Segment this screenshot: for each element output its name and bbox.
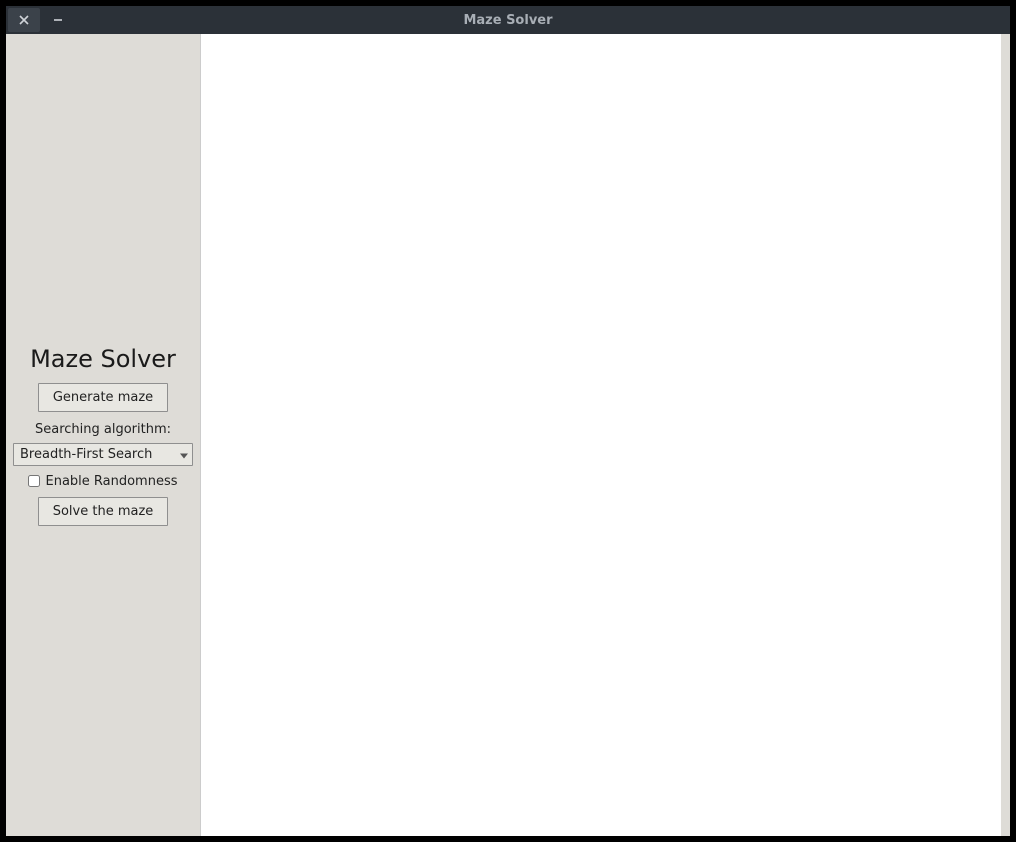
generate-maze-button[interactable]: Generate maze bbox=[38, 383, 168, 412]
app-title: Maze Solver bbox=[30, 345, 176, 373]
window-frame: Maze Solver Maze Solver Generate maze Se… bbox=[0, 0, 1016, 842]
algorithm-select[interactable]: Breadth-First Search bbox=[13, 443, 193, 466]
canvas-scrollbar[interactable] bbox=[1001, 34, 1010, 836]
titlebar-buttons bbox=[6, 6, 74, 34]
titlebar[interactable]: Maze Solver bbox=[6, 6, 1010, 34]
enable-randomness-checkbox[interactable] bbox=[28, 475, 40, 487]
close-button[interactable] bbox=[8, 8, 40, 32]
window-title: Maze Solver bbox=[6, 13, 1010, 28]
content-area: Maze Solver Generate maze Searching algo… bbox=[6, 34, 1010, 836]
minimize-button[interactable] bbox=[42, 8, 74, 32]
enable-randomness-label[interactable]: Enable Randomness bbox=[45, 474, 177, 489]
solve-maze-button[interactable]: Solve the maze bbox=[38, 497, 169, 526]
algorithm-label: Searching algorithm: bbox=[35, 422, 171, 437]
enable-randomness-row: Enable Randomness bbox=[28, 474, 177, 489]
sidebar: Maze Solver Generate maze Searching algo… bbox=[6, 34, 201, 836]
close-icon bbox=[19, 15, 29, 25]
algorithm-select-wrap: Breadth-First Search bbox=[13, 443, 193, 466]
maze-canvas bbox=[201, 34, 1001, 836]
minimize-icon bbox=[53, 15, 63, 25]
